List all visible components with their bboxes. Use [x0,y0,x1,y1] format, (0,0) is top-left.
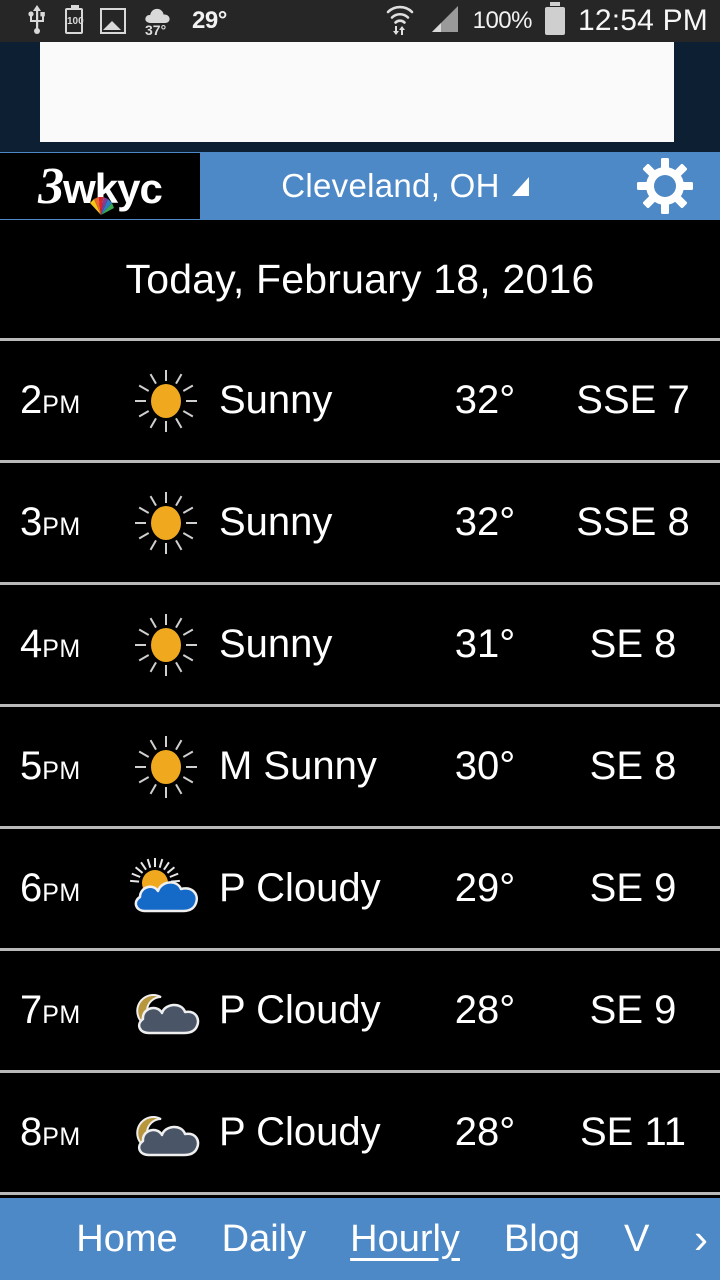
forecast-condition: Sunny [219,622,333,666]
forecast-meridiem: PM [42,391,81,419]
sunny-icon [118,731,213,803]
wkyc-logo[interactable]: 3wkyc [0,153,200,219]
chevron-down-icon [511,176,529,196]
location-selector[interactable]: Cleveland, OH [200,167,610,205]
forecast-meridiem: PM [42,757,81,785]
sun-cloud-icon [118,853,213,925]
forecast-row[interactable]: 8PM P Cloudy 28° SE 11 [0,1073,720,1195]
nav-item-v[interactable]: V [624,1218,650,1261]
forecast-time: 8PM [0,1110,118,1155]
forecast-meridiem: PM [42,1123,81,1151]
forecast-wind: SSE 8 [576,500,690,544]
battery-percent-label: 100% [472,7,533,34]
forecast-row[interactable]: 2PM Sunny 32° SSE 7 [0,341,720,463]
forecast-time: 6PM [0,866,118,911]
forecast-condition: M Sunny [219,744,377,788]
forecast-condition: P Cloudy [219,988,381,1032]
sunny-icon [118,609,213,681]
chevron-right-icon[interactable]: › [694,1215,714,1263]
page-title-bar: Today, February 18, 2016 [0,220,720,338]
forecast-row[interactable]: 6PM P Cloudy 29° SE 9 [0,829,720,951]
nav-item-hourly[interactable]: Hourly [350,1218,460,1261]
app-header: 3wkyc Cleveland, OH [0,152,720,220]
ad-banner-container [0,42,720,152]
gear-icon [637,158,693,214]
status-bar-left: 100 37° 29° [0,4,385,39]
forecast-wind: SE 8 [589,622,677,666]
forecast-time: 2PM [0,378,118,423]
forecast-condition: Sunny [219,500,333,544]
nav-item-home[interactable]: Home [76,1218,177,1261]
status-bar-right: 100% 12:54 PM [385,2,720,40]
clock-label: 12:54 PM [577,4,708,37]
weather-small-temp: 37° [145,22,167,38]
location-label: Cleveland, OH [281,167,500,204]
logo-channel-number: 3 [38,157,64,215]
moon-cloud-icon [118,975,213,1047]
forecast-row[interactable]: 3PM Sunny 32° SSE 8 [0,463,720,585]
forecast-wind: SE 8 [589,744,677,788]
forecast-row[interactable]: 5PM M Sunny 30° SE 8 [0,707,720,829]
forecast-hour: 8 [20,1110,43,1154]
nbc-peacock-icon [90,197,114,215]
battery-saver-icon: 100 [65,5,84,34]
forecast-wind: SE 9 [589,866,677,910]
sunny-icon [118,365,213,437]
forecast-condition: P Cloudy [219,1110,381,1154]
forecast-time: 5PM [0,744,118,789]
battery-saver-label: 100 [67,16,84,27]
forecast-temperature: 29° [454,866,516,910]
weather-cloud-icon: 37° [143,6,175,38]
usb-icon [26,4,48,39]
forecast-hour: 5 [20,744,43,788]
hourly-forecast-list: 2PM Sunny 32° SSE 7 3PM Sunny 32° SSE 8 4PM Su… [0,341,720,1195]
ad-banner[interactable] [40,42,674,142]
battery-full-icon [544,2,565,35]
forecast-wind: SSE 7 [576,378,690,422]
cellular-signal-icon [428,4,460,39]
forecast-wind: SE 9 [589,988,677,1032]
forecast-time: 4PM [0,622,118,667]
moon-cloud-icon [118,1097,213,1169]
forecast-meridiem: PM [42,1001,81,1029]
forecast-hour: 2 [20,378,43,422]
page-title: Today, February 18, 2016 [125,255,595,302]
forecast-temperature: 28° [454,988,516,1032]
picture-icon [100,8,126,34]
forecast-hour: 3 [20,500,43,544]
forecast-meridiem: PM [42,635,81,663]
forecast-temperature: 31° [454,622,516,666]
forecast-temperature: 32° [454,500,516,544]
nav-item-daily[interactable]: Daily [222,1218,306,1261]
settings-button[interactable] [610,157,720,215]
forecast-condition: Sunny [219,378,333,422]
forecast-time: 7PM [0,988,118,1033]
bottom-nav: Home Daily Hourly Blog V › [0,1198,720,1280]
forecast-wind: SE 11 [580,1110,686,1154]
sunny-icon [118,487,213,559]
forecast-temperature: 32° [454,378,516,422]
app-screen: 100 37° 29° 100% 12:54 PM 3wkyc Clevelan… [0,0,720,1280]
status-bar: 100 37° 29° 100% 12:54 PM [0,0,720,42]
forecast-temperature: 30° [454,744,516,788]
weather-temp: 29° [192,7,227,34]
forecast-hour: 4 [20,622,43,666]
forecast-row[interactable]: 4PM Sunny 31° SE 8 [0,585,720,707]
forecast-meridiem: PM [42,513,81,541]
forecast-hour: 6 [20,866,43,910]
forecast-condition: P Cloudy [219,866,381,910]
forecast-time: 3PM [0,500,118,545]
forecast-row[interactable]: 7PM P Cloudy 28° SE 9 [0,951,720,1073]
wifi-icon [385,3,415,40]
forecast-temperature: 28° [454,1110,516,1154]
nav-item-blog[interactable]: Blog [504,1218,580,1261]
forecast-meridiem: PM [42,879,81,907]
forecast-hour: 7 [20,988,43,1032]
